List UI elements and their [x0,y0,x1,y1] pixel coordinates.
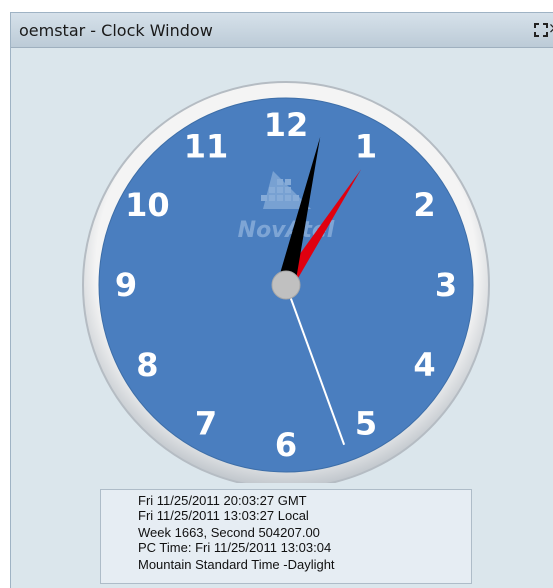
clock-numeral: 4 [413,346,435,384]
gmt-time: Fri 11/25/2011 20:03:27 GMT [138,493,307,508]
timezone: Mountain Standard Time -Daylight [138,557,335,572]
clock-numeral: 8 [136,346,158,384]
clock-numeral: 3 [435,266,457,304]
time-info-panel: Fri 11/25/2011 20:03:27 GMT Fri 11/25/20… [100,489,472,584]
clock-window: oemstar - Clock Window × [10,12,553,588]
local-time: Fri 11/25/2011 13:03:27 Local [138,508,309,523]
clock-numeral: 2 [413,186,435,224]
clock-numeral: 9 [115,266,137,304]
clock-face: NovAtel 121234567891011 [82,81,490,483]
gps-week-second: Week 1663, Second 504207.00 [138,525,320,540]
clock-numeral: 10 [125,186,170,224]
clock-numeral: 11 [184,127,229,165]
center-pin [271,270,301,300]
clock-numeral: 12 [264,106,309,144]
clock-numeral: 7 [195,405,217,443]
clock-numeral: 6 [275,426,297,464]
clock-numeral: 5 [355,405,377,443]
pc-time: PC Time: Fri 11/25/2011 13:03:04 [138,540,332,555]
clock-numeral: 1 [355,127,377,165]
